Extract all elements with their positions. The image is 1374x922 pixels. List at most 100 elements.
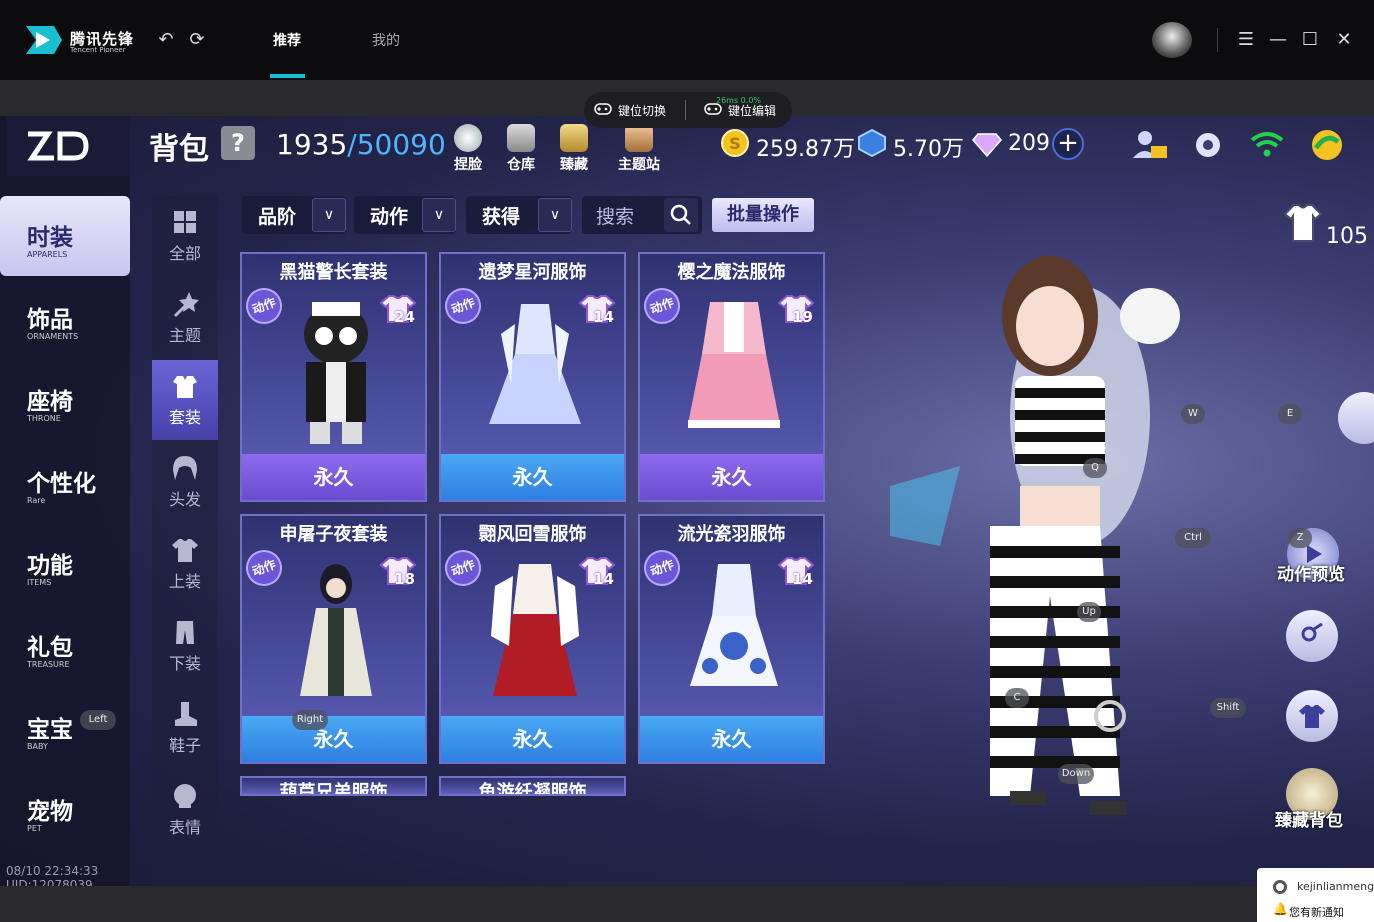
category-pet[interactable]: 宠物 PET [0, 770, 130, 850]
page-title: 背包 [149, 132, 209, 167]
action-badge: 动作 [441, 282, 487, 330]
item-card[interactable]: 翾风回雪服饰 动作 14 永久 [439, 514, 626, 764]
key-hint-right: Right [292, 710, 328, 730]
chevron-down-icon[interactable]: ∨ [422, 198, 456, 232]
piece-count-value: 14 [593, 308, 614, 326]
shortcut-treasure[interactable]: 臻藏 [549, 124, 599, 173]
subcategory-label: 下装 [168, 654, 201, 673]
back-icon[interactable]: ↶ [156, 30, 176, 50]
item-count: 1935 [276, 128, 348, 161]
key-hint-e: E [1278, 404, 1302, 424]
duration-label: 永久 [640, 454, 823, 500]
menu-icon[interactable]: ☰ [1234, 28, 1258, 52]
key-hint-w: W [1181, 404, 1205, 424]
category-apparels[interactable]: 时装 APPARELS [0, 196, 130, 276]
item-card[interactable]: 葫芦兄弟服饰 [240, 776, 427, 796]
item-card[interactable]: 樱之魔法服饰 动作 19 永久 [638, 252, 825, 502]
keymap-edit-button[interactable]: 键位编辑 [728, 102, 776, 119]
subcategory-tops[interactable]: 上装 [152, 524, 218, 604]
item-card[interactable]: 鱼游纤凝服饰 [439, 776, 626, 796]
subcategory-all[interactable]: 全部 [152, 196, 218, 276]
grade-filter[interactable]: 品阶 ∨ [242, 196, 346, 234]
refresh-icon[interactable]: ⟳ [187, 30, 207, 50]
item-card[interactable]: 申屠子夜套装 动作 18 永久 [240, 514, 427, 764]
gift-icon [625, 124, 653, 152]
shortcut-face-edit[interactable]: 捏脸 [443, 124, 493, 173]
subcategory-expression[interactable]: 表情 [152, 770, 218, 850]
search-icon [670, 204, 691, 225]
category-rare[interactable]: 个性化 Rare [0, 442, 130, 522]
shortcut-warehouse[interactable]: 仓库 [496, 124, 546, 173]
add-diamonds-button[interactable]: + [1052, 128, 1084, 160]
settings-gear-icon[interactable] [1189, 126, 1227, 164]
key-hint-ctrl: Ctrl [1175, 528, 1211, 548]
category-ornaments[interactable]: 饰品 ORNAMENTS [0, 278, 130, 358]
divider [685, 100, 686, 120]
outfit-slot-button[interactable] [1286, 690, 1338, 742]
shortcut-theme-station[interactable]: 主题站 [614, 124, 664, 173]
diamond-currency: 209 [972, 128, 1052, 160]
toast-source: kejinlianmeng [1297, 880, 1374, 893]
item-card[interactable]: 流光瓷羽服饰 动作 14 永久 [638, 514, 825, 764]
subcategory-theme[interactable]: 主题 [152, 278, 218, 358]
filter-label: 动作 [370, 206, 409, 228]
character-model[interactable] [850, 216, 1230, 886]
maximize-icon[interactable]: ☐ [1298, 28, 1322, 52]
close-icon[interactable]: ✕ [1332, 28, 1356, 52]
accelerator-icon[interactable] [1308, 126, 1346, 164]
action-preview-label: 动作预览 [1277, 565, 1345, 585]
divider [1217, 28, 1218, 52]
piece-count-value: 19 [792, 308, 813, 326]
action-filter[interactable]: 动作 ∨ [354, 196, 456, 234]
search-box[interactable]: 搜索 [582, 196, 702, 234]
subcategory-sidebar: 全部 主题 套装 头发 上装 下装 鞋子 表情 [152, 196, 218, 886]
subcategory-outfit[interactable]: 套装 [152, 360, 218, 440]
hair-icon [173, 456, 197, 480]
chevron-down-icon[interactable]: ∨ [312, 198, 346, 232]
tab-recommend[interactable]: 推荐 [273, 30, 301, 50]
star-wand-icon [173, 292, 199, 318]
starry-dress-artwork [489, 304, 581, 424]
item-card[interactable]: 遗梦星河服饰 动作 14 永久 [439, 252, 626, 502]
subcategory-shoes[interactable]: 鞋子 [152, 688, 218, 768]
piece-count-value: 14 [593, 570, 614, 588]
category-items[interactable]: 功能 ITEMS [0, 524, 130, 604]
outfit-count: 105 [1326, 224, 1368, 249]
game-viewport: 时装 APPARELS 饰品 ORNAMENTS 座椅 THRONE 个性化 R… [0, 116, 1374, 886]
subcategory-hair[interactable]: 头发 [152, 442, 218, 522]
obtain-filter[interactable]: 获得 ∨ [466, 196, 572, 234]
camera-rotate-button[interactable] [1338, 392, 1374, 444]
action-badge: 动作 [441, 544, 487, 592]
pants-icon [176, 621, 194, 644]
item-name: 遗梦星河服饰 [478, 262, 587, 283]
category-sublabel: TREASURE [27, 660, 70, 669]
svg-text:S: S [729, 134, 741, 153]
gender-switch-button[interactable] [1286, 610, 1338, 662]
item-card[interactable]: 黑猫警长套装 动作 24 永久 [240, 252, 427, 502]
notification-toast[interactable]: kejinlianmeng 🔔 您有新通知 [1257, 868, 1374, 922]
game-logo-icon [27, 131, 89, 161]
category-treasure[interactable]: 礼包 TREASURE [0, 606, 130, 686]
search-input[interactable]: 搜索 [596, 202, 634, 229]
keymap-switch-button[interactable]: 键位切换 [618, 102, 666, 119]
user-avatar[interactable] [1152, 22, 1192, 58]
search-button[interactable] [664, 198, 698, 232]
gamepad-icon [594, 103, 612, 115]
bottom-strip [0, 886, 1374, 922]
chevron-down-icon[interactable]: ∨ [538, 198, 572, 232]
bag-capacity: 1935/50090 [276, 128, 446, 161]
category-throne[interactable]: 座椅 THRONE [0, 360, 130, 440]
minimize-icon[interactable]: — [1266, 28, 1290, 52]
game-logo [6, 116, 130, 176]
tab-mine[interactable]: 我的 [372, 30, 400, 50]
category-sublabel: Rare [27, 496, 46, 505]
help-button[interactable]: ? [221, 126, 255, 160]
batch-operation-button[interactable]: 批量操作 [712, 198, 814, 232]
key-hint-q: Q [1083, 458, 1107, 478]
subcategory-bottoms[interactable]: 下装 [152, 606, 218, 686]
friends-mail-icon[interactable] [1131, 126, 1169, 164]
coins-value: 259.87万 [756, 137, 855, 162]
key-hint-shift: Shift [1210, 698, 1246, 718]
key-hint-down: Down [1058, 764, 1094, 784]
shortcut-label: 捏脸 [454, 157, 482, 173]
